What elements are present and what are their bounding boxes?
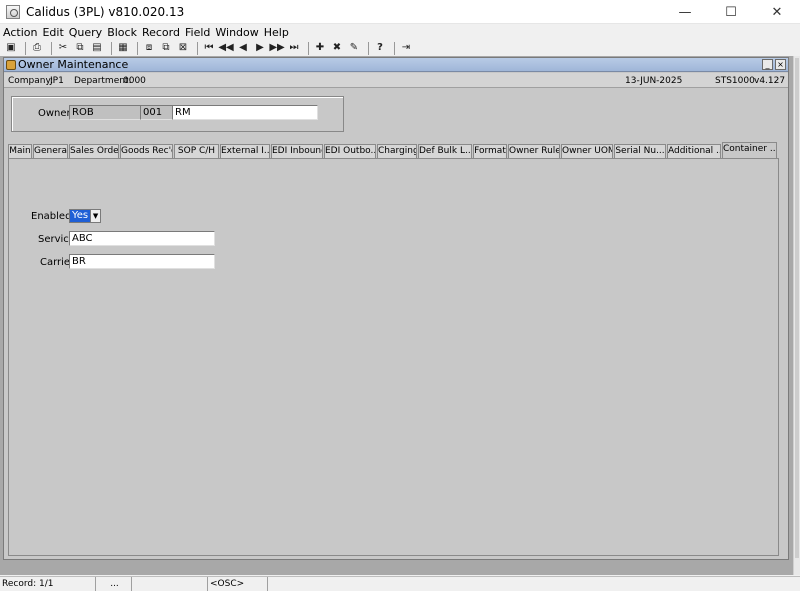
status-osc: <OSC>	[208, 577, 268, 591]
tab-serial-numbers[interactable]: Serial Nu...	[614, 144, 666, 158]
toolbar-separator	[51, 41, 52, 55]
status-ellipsis: ...	[96, 577, 132, 591]
toolbar-separator	[394, 41, 395, 55]
window-title: Calidus (3PL) v810.020.13	[26, 4, 185, 19]
lock-record-icon[interactable]: ✎	[347, 42, 361, 55]
menu-record[interactable]: Record	[142, 26, 180, 39]
cut-icon[interactable]: ✂	[56, 42, 70, 55]
tab-owner-rules[interactable]: Owner Rules	[508, 144, 560, 158]
toolbar-separator	[197, 41, 198, 55]
maximize-button[interactable]: ☐	[708, 0, 754, 24]
form-controls: _ ×	[760, 59, 786, 70]
service-field[interactable]: ABC	[69, 231, 215, 246]
context-info-bar: Company: JP1 Department: 0000 13-JUN-202…	[4, 73, 788, 88]
clear-icon[interactable]: ▦	[116, 42, 130, 55]
carrier-field[interactable]: BR	[69, 254, 215, 269]
toolbar-separator	[111, 41, 112, 55]
owner-header-box: Owner ROB 001 RM	[11, 96, 344, 132]
enabled-value: Yes	[70, 210, 91, 222]
tab-def-bulk[interactable]: Def Bulk L...	[418, 144, 472, 158]
tab-main[interactable]: Main	[8, 144, 32, 158]
first-record-icon[interactable]: ⏮	[202, 42, 216, 55]
form-close-button[interactable]: ×	[775, 59, 786, 70]
delete-record-icon[interactable]: ✖	[330, 42, 344, 55]
form-icon	[6, 59, 16, 70]
form-title-bar: Owner Maintenance _ ×	[4, 58, 788, 72]
previous-set-icon[interactable]: ◀◀	[218, 42, 233, 55]
paste-icon[interactable]: ▤	[90, 42, 104, 55]
company-value: JP1	[50, 76, 64, 86]
status-empty	[132, 577, 208, 591]
owner-name-field[interactable]: RM	[172, 105, 318, 120]
module-version: v4.127	[754, 76, 786, 86]
copy-record-icon[interactable]: ⧉	[159, 42, 173, 55]
save-icon[interactable]: ▣	[4, 42, 18, 55]
window-controls: — ☐ ✕	[662, 0, 800, 24]
copy-icon[interactable]: ⧉	[73, 42, 87, 55]
tab-general[interactable]: General	[33, 144, 68, 158]
tab-format[interactable]: Format	[473, 144, 507, 158]
owner-maintenance-window: Owner Maintenance _ × Company: JP1 Depar…	[3, 57, 789, 560]
toolbar: ▣ ⎙ ✂ ⧉ ▤ ▦ ⧈ ⧉ ⊠ ⏮ ◀◀ ◀ ▶ ▶▶ ⏭ ✚ ✖ ✎ ? …	[0, 40, 800, 56]
record-count: Record: 1/1	[0, 577, 96, 591]
enabled-select[interactable]: Yes ▼	[69, 209, 101, 223]
menu-field[interactable]: Field	[185, 26, 210, 39]
owner-label: Owner	[38, 108, 71, 119]
menu-help[interactable]: Help	[264, 26, 289, 39]
app-icon	[6, 4, 20, 19]
previous-record-icon[interactable]: ◀	[236, 42, 250, 55]
toolbar-separator	[368, 41, 369, 55]
owner-number-field[interactable]: 001	[140, 105, 173, 120]
print-icon[interactable]: ⎙	[30, 42, 44, 55]
module-code: STS1000	[715, 76, 755, 86]
container-tab-panel: Enabled Yes ▼ Service ABC Carrier BR	[8, 158, 779, 556]
company-label: Company:	[8, 76, 54, 86]
last-record-icon[interactable]: ⏭	[287, 42, 301, 55]
tab-additional[interactable]: Additional ...	[667, 144, 721, 158]
status-bar: Record: 1/1 ... <OSC>	[0, 576, 800, 591]
next-record-icon[interactable]: ▶	[253, 42, 267, 55]
tab-strip: Main General Sales Order Goods Rec'd SOP…	[8, 142, 778, 158]
enabled-label: Enabled	[31, 211, 72, 222]
close-button[interactable]: ✕	[754, 0, 800, 24]
tab-charging[interactable]: Charging	[377, 144, 417, 158]
clear-record-icon[interactable]: ⊠	[176, 42, 190, 55]
tab-owner-uom[interactable]: Owner UOM	[561, 144, 613, 158]
menu-action[interactable]: Action	[3, 26, 37, 39]
toolbar-separator	[308, 41, 309, 55]
exit-icon[interactable]: ⇥	[399, 42, 413, 55]
department-value: 0000	[123, 76, 146, 86]
duplicate-icon[interactable]: ⧈	[142, 42, 156, 55]
help-icon[interactable]: ?	[373, 42, 387, 55]
menu-block[interactable]: Block	[107, 26, 137, 39]
tab-edi-inbound[interactable]: EDI Inbound	[271, 144, 323, 158]
title-bar: Calidus (3PL) v810.020.13 — ☐ ✕	[0, 0, 800, 24]
toolbar-separator	[25, 41, 26, 55]
tab-container[interactable]: Container ...	[722, 142, 777, 158]
minimize-button[interactable]: —	[662, 0, 708, 24]
tab-goods-recd[interactable]: Goods Rec'd	[120, 144, 173, 158]
form-title: Owner Maintenance	[18, 58, 129, 71]
system-date: 13-JUN-2025	[625, 76, 683, 86]
insert-record-icon[interactable]: ✚	[313, 42, 327, 55]
next-set-icon[interactable]: ▶▶	[269, 42, 284, 55]
menu-edit[interactable]: Edit	[42, 26, 63, 39]
toolbar-separator	[137, 41, 138, 55]
menu-bar: Action Edit Query Block Record Field Win…	[0, 24, 800, 40]
tab-edi-outbound[interactable]: EDI Outbo...	[324, 144, 376, 158]
tab-sop-ch[interactable]: SOP C/H	[174, 144, 219, 158]
chevron-down-icon[interactable]: ▼	[90, 210, 100, 222]
tab-sales-order[interactable]: Sales Order	[69, 144, 119, 158]
form-minimize-button[interactable]: _	[762, 59, 773, 70]
menu-window[interactable]: Window	[215, 26, 258, 39]
tab-external[interactable]: External I...	[220, 144, 270, 158]
menu-query[interactable]: Query	[69, 26, 102, 39]
vertical-scrollbar[interactable]	[793, 56, 800, 575]
owner-code-field[interactable]: ROB	[69, 105, 141, 120]
